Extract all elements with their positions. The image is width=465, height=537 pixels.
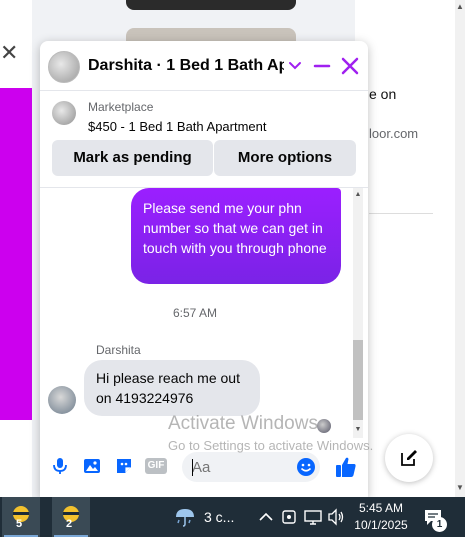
activate-windows-subtitle: Go to Settings to activate Windows. [168,438,374,453]
network-icon[interactable] [303,507,323,527]
background-text-3: loor.com [369,126,419,141]
close-icon[interactable] [340,55,360,77]
chevron-up-icon[interactable] [256,507,276,527]
more-options-button[interactable]: More options [214,140,356,176]
seen-avatar [317,419,331,433]
sticker-icon[interactable] [114,456,134,476]
speaker-icon[interactable] [326,507,346,527]
activate-windows-watermark: Activate Windows [168,413,318,434]
message-list: Please send me your phn number so that w… [40,188,368,438]
gif-icon[interactable]: GIF [145,458,167,474]
background-top-image [126,0,296,10]
page-scroll-up-arrow[interactable]: ▲ [455,0,465,14]
notification-badge: 1 [432,517,447,532]
clock-date[interactable]: 10/1/2025 [351,518,411,532]
weather-rain-icon[interactable] [173,505,197,529]
like-icon[interactable] [334,455,358,479]
marketplace-label: Marketplace [88,100,154,114]
weather-text[interactable]: 3 c... [204,509,234,525]
outgoing-message: Please send me your phn number so that w… [131,188,341,284]
compose-icon [401,450,417,466]
chat-header: Darshita · 1 Bed 1 Bath Apa... [40,41,368,91]
background-right-panel [355,0,455,497]
marketplace-listing: Marketplace $450 - 1 Bed 1 Bath Apartmen… [40,92,368,188]
background-left-strip [0,460,32,497]
chat-scroll-up-arrow[interactable]: ▲ [353,188,363,202]
new-message-button[interactable] [385,434,433,482]
sender-name: Darshita [96,343,141,357]
chat-title[interactable]: Darshita · 1 Bed 1 Bath Apa... [88,57,284,75]
taskbar-app-1[interactable]: 5 [2,497,40,537]
mark-as-pending-button[interactable]: Mark as pending [52,140,213,176]
app-1-badge: 5 [16,518,23,530]
taskbar-app-2[interactable]: 2 [52,497,90,537]
chat-scroll-down-arrow[interactable]: ▼ [353,423,363,437]
microphone-icon[interactable] [50,456,70,476]
sender-avatar[interactable] [48,386,76,414]
message-timestamp: 6:57 AM [172,306,218,320]
page-scrollbar[interactable] [455,0,465,497]
message-input[interactable] [192,452,292,482]
device-icon[interactable] [279,507,299,527]
listing-title[interactable]: $450 - 1 Bed 1 Bath Apartment [88,119,267,134]
chevron-down-icon[interactable] [288,55,302,77]
clock-time[interactable]: 5:45 AM [351,501,411,515]
background-listing-image [0,88,32,420]
contact-avatar[interactable] [48,51,80,83]
text-caret [192,459,193,476]
notification-center-button[interactable]: 1 [423,505,449,532]
emoji-icon[interactable] [296,457,316,477]
chat-scrollbar-thumb[interactable] [353,340,363,420]
background-close-icon[interactable]: ✕ [0,40,18,66]
app-2-badge: 2 [66,518,73,530]
background-divider [369,213,433,214]
windows-taskbar: 5 2 3 c... 5:45 AM 10/1/2025 1 [0,497,465,537]
background-text-1: e on [369,86,397,102]
photo-icon[interactable] [82,456,102,476]
minimize-icon[interactable] [313,55,331,77]
incoming-message: Hi please reach me out on 4193224976 [84,360,260,416]
listing-thumbnail[interactable] [52,101,76,125]
page-scroll-down-arrow[interactable]: ▼ [455,481,465,495]
